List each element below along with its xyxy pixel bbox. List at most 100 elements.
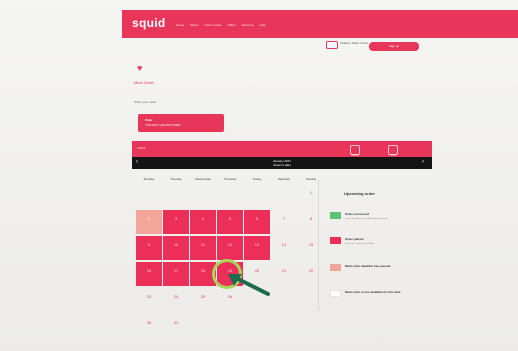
tickets-link[interactable]: Tickets / Seller Kiosk [340, 41, 368, 45]
calendar-day-number: 10 [173, 242, 179, 247]
legend-title: Upcoming order [344, 191, 375, 196]
calendar-day[interactable]: 25 [190, 288, 216, 312]
legend-desc: Your order has been accepted and is proc… [345, 218, 388, 220]
calendar-day-number: 31 [173, 320, 179, 325]
calendar-day[interactable]: 15 [298, 236, 324, 260]
legend-swatch [330, 237, 341, 244]
calendar-day[interactable]: 16 [136, 262, 162, 286]
calendar-divider [318, 180, 319, 310]
calendar-day[interactable]: 31 [163, 314, 189, 338]
calendar-day[interactable]: 11 [190, 236, 216, 260]
calendar-day-number: 9 [147, 242, 151, 247]
calendar-day[interactable]: 3 [163, 210, 189, 234]
legend-swatch [330, 290, 341, 297]
nav-link-help[interactable]: Help [260, 23, 266, 27]
calendar-day [163, 184, 189, 208]
student-card[interactable]: Peter TPS 0327 1234 5678 9007 [138, 114, 224, 132]
weekday-label: Friday [252, 177, 262, 181]
user-icon: ♥ [137, 63, 143, 73]
calendar-day-number: 12 [227, 242, 233, 247]
calendar-day[interactable]: 22 [298, 262, 324, 286]
weekday-label: Monday [143, 177, 155, 181]
calendar-day[interactable]: 2 [136, 210, 162, 234]
back-link[interactable]: < Back [136, 146, 145, 150]
calendar-day-number: 21 [281, 268, 287, 273]
orders-icon[interactable]: Orders [388, 145, 398, 157]
nav-link-how[interactable]: How it works [205, 23, 222, 27]
calendar-day[interactable]: 24 [163, 288, 189, 312]
calendar-icon[interactable]: Calendar [350, 145, 360, 157]
calendar-day[interactable]: 7 [271, 210, 297, 234]
calendar-day [244, 184, 270, 208]
month-bar: ‹ January 2017 Select a date › [132, 157, 432, 169]
calendar-day[interactable]: 23 [136, 288, 162, 312]
calendar-day[interactable]: 1 [298, 184, 324, 208]
calendar-header: < Back Calendar Orders [132, 141, 432, 157]
calendar-day-number: 16 [146, 268, 152, 273]
calendar-day-number: 1 [309, 190, 313, 195]
calendar-day-number: 7 [282, 216, 286, 221]
next-month-arrow[interactable]: › [422, 159, 424, 166]
calendar-day-number: 4 [201, 216, 205, 221]
calendar-day-number: 13 [254, 242, 260, 247]
calendar-day-number: 6 [255, 216, 259, 221]
legend-label: Order placed [345, 237, 364, 241]
legend-label: Meal order deadline has passed [345, 264, 391, 268]
ticket-icon[interactable] [326, 41, 338, 49]
legend-swatch [330, 212, 341, 219]
legend-desc: Your order is placed and editable [345, 243, 375, 245]
top-navigation-bar: squid Home Shops How it works Offers Abo… [122, 10, 518, 38]
card-holder-name: Peter [145, 118, 153, 122]
calendar-day-number: 23 [146, 294, 152, 299]
calendar-day[interactable]: 6 [244, 210, 270, 234]
weekday-label: Tuesday [170, 177, 182, 181]
calendar-day [136, 184, 162, 208]
weekday-label: Thursday [223, 177, 237, 181]
calendar-day[interactable]: 9 [136, 236, 162, 260]
calendar-day[interactable]: 10 [163, 236, 189, 260]
section-label: Order your meal [134, 100, 156, 104]
calendar-day-number: 15 [308, 242, 314, 247]
calendar-day-number: 25 [200, 294, 206, 299]
month-subtitle: Select a date [273, 163, 291, 167]
calendar-day-number: 30 [146, 320, 152, 325]
calendar-day[interactable]: 21 [271, 262, 297, 286]
calendar-day-number: 24 [173, 294, 179, 299]
squid-logo[interactable]: squid [132, 16, 166, 30]
weekday-label: Sunday [305, 177, 317, 181]
pointer-arrow-icon [228, 274, 270, 296]
calendar-day [190, 184, 216, 208]
calendar-day-number: 5 [228, 216, 232, 221]
page-title: Meal Order [134, 80, 155, 85]
calendar-day[interactable]: 4 [190, 210, 216, 234]
calendar-day-number: 3 [174, 216, 178, 221]
calendar-day-number: 2 [147, 216, 151, 221]
nav-links: Home Shops How it works Offers About us … [176, 23, 266, 27]
nav-link-offers[interactable]: Offers [228, 23, 236, 27]
calendar-day [298, 288, 324, 312]
month-label: January 2017 Select a date [132, 159, 432, 167]
nav-link-about[interactable]: About us [242, 23, 254, 27]
calendar-day [271, 288, 297, 312]
legend-label: Meal order is not available for this dat… [345, 290, 401, 294]
page: squid Home Shops How it works Offers Abo… [0, 0, 518, 351]
legend-swatch [330, 264, 341, 271]
calendar-day[interactable]: 30 [136, 314, 162, 338]
calendar-day[interactable]: 12 [217, 236, 243, 260]
nav-link-shops[interactable]: Shops [190, 23, 199, 27]
weekday-label: Wednesday [195, 177, 211, 181]
weekday-label: Saturday [277, 177, 290, 181]
calendar-day [271, 184, 297, 208]
signup-button[interactable]: Sign up [369, 42, 419, 51]
calendar-day-number: 22 [308, 268, 314, 273]
calendar-day[interactable]: 5 [217, 210, 243, 234]
calendar-day[interactable]: 8 [298, 210, 324, 234]
calendar-day[interactable]: 14 [271, 236, 297, 260]
nav-link-home[interactable]: Home [176, 23, 184, 27]
calendar-day[interactable]: 13 [244, 236, 270, 260]
calendar-day[interactable]: 17 [163, 262, 189, 286]
card-number: TPS 0327 1234 5678 9007 [145, 123, 181, 127]
calendar-day-number: 14 [281, 242, 287, 247]
calendar-day-number: 17 [173, 268, 179, 273]
calendar-day [217, 184, 243, 208]
